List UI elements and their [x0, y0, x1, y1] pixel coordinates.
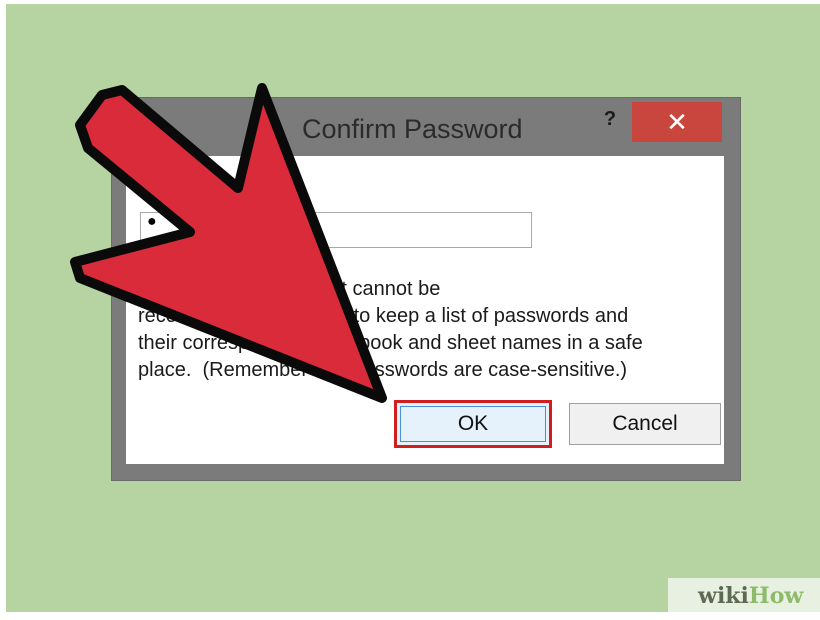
- help-button[interactable]: ?: [599, 108, 621, 134]
- cancel-button[interactable]: Cancel: [569, 403, 721, 445]
- confirm-password-dialog: Confirm Password ? ✕ d to proceed. ● r f…: [112, 98, 740, 480]
- left-border: [0, 0, 6, 620]
- ok-button-label: OK: [457, 412, 489, 435]
- reenter-prompt: d to proceed.: [166, 178, 289, 201]
- bottom-border: [0, 612, 820, 620]
- cancel-button-label: Cancel: [612, 412, 678, 435]
- dialog-titlebar: Confirm Password ? ✕: [112, 98, 740, 156]
- close-icon: ✕: [666, 106, 688, 137]
- watermark-logo: wikiHow: [698, 583, 803, 609]
- watermark-how: How: [748, 583, 804, 609]
- password-mask: ●: [147, 213, 157, 230]
- password-input[interactable]: ●: [140, 212, 532, 248]
- password-warning-text: r forget the password, it cannot be reco…: [138, 278, 643, 381]
- ok-button[interactable]: OK: [394, 400, 552, 448]
- dialog-title: Confirm Password: [302, 114, 523, 144]
- top-border: [0, 0, 820, 4]
- close-button[interactable]: ✕: [632, 102, 722, 142]
- dialog-content: d to proceed. ● r forget the password, i…: [126, 156, 724, 464]
- wikihow-watermark: wikiHow: [668, 578, 820, 612]
- watermark-wiki: wiki: [698, 583, 749, 609]
